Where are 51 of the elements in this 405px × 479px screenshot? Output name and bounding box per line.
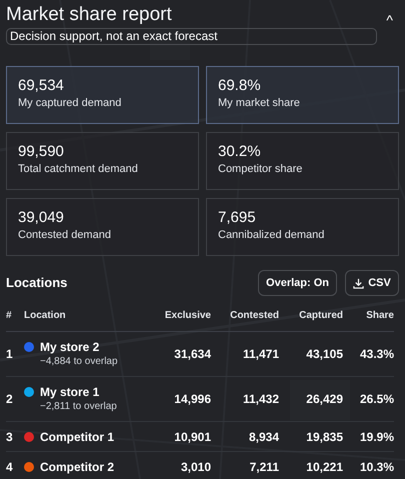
column-header: Exclusive: [164, 310, 211, 321]
column-header: Captured: [299, 310, 343, 321]
location-name: My store 1: [40, 384, 100, 400]
rank-cell: 3: [6, 430, 13, 444]
table-cell: 43.3%: [360, 347, 394, 361]
location-name: Competitor 2: [40, 458, 114, 474]
stat-label: Total catchment demand: [18, 162, 139, 177]
table-cell: 14,996: [174, 392, 211, 406]
table-cell: 19.9%: [360, 430, 394, 444]
table-cell: 19,835: [306, 430, 343, 444]
overlap-note: −4,884 to overlap: [40, 355, 118, 369]
table-cell: 8,934: [248, 430, 279, 444]
location-name: Competitor 1: [40, 428, 114, 444]
table-cell: 10.3%: [360, 460, 394, 474]
stat-value: 30.2%: [218, 143, 262, 161]
stat-label: Cannibalized demand: [218, 228, 326, 243]
section-title: Locations: [6, 274, 68, 292]
table-cell: 26.5%: [360, 392, 394, 406]
table-cell: 26,429: [306, 392, 343, 406]
overlap-note: −2,811 to overlap: [40, 400, 117, 414]
stat-value: 69.8%: [218, 77, 262, 95]
stat-label: My market share: [218, 96, 301, 111]
disclaimer-badge: Decision support, not an exact forecast: [6, 28, 377, 45]
stat-label: My captured demand: [18, 96, 122, 111]
table-cell: 3,010: [180, 460, 211, 474]
table-cell: 10,221: [306, 460, 343, 474]
table-cell: 31,634: [174, 347, 211, 361]
download-icon: [353, 278, 364, 288]
table-cell: 11,471: [242, 347, 279, 361]
rank-cell: 1: [6, 347, 13, 361]
column-header: Location: [24, 310, 66, 321]
rank-cell: 2: [6, 392, 13, 406]
table-cell: 10,901: [174, 430, 211, 444]
overlap-toggle[interactable]: Overlap: On: [258, 270, 337, 296]
table-cell: 7,211: [250, 460, 279, 474]
stat-value: 69,534: [18, 77, 65, 95]
stat-value: 99,590: [18, 143, 65, 161]
column-header: Share: [366, 310, 394, 321]
panel-title: Market share report: [6, 3, 173, 27]
stat-label: Competitor share: [218, 162, 304, 177]
table-cell: 11,432: [242, 392, 279, 406]
stat-value: 39,049: [18, 209, 65, 227]
column-header: Contested: [230, 310, 279, 321]
csv-button[interactable]: CSV: [345, 270, 399, 296]
stat-value: 7,695: [218, 209, 257, 227]
location-name: My store 2: [40, 339, 100, 355]
column-header: #: [6, 310, 12, 321]
table-cell: 43,105: [306, 347, 343, 361]
collapse-button[interactable]: ^: [386, 13, 393, 27]
rank-cell: 4: [6, 460, 13, 474]
stat-label: Contested demand: [18, 228, 112, 243]
